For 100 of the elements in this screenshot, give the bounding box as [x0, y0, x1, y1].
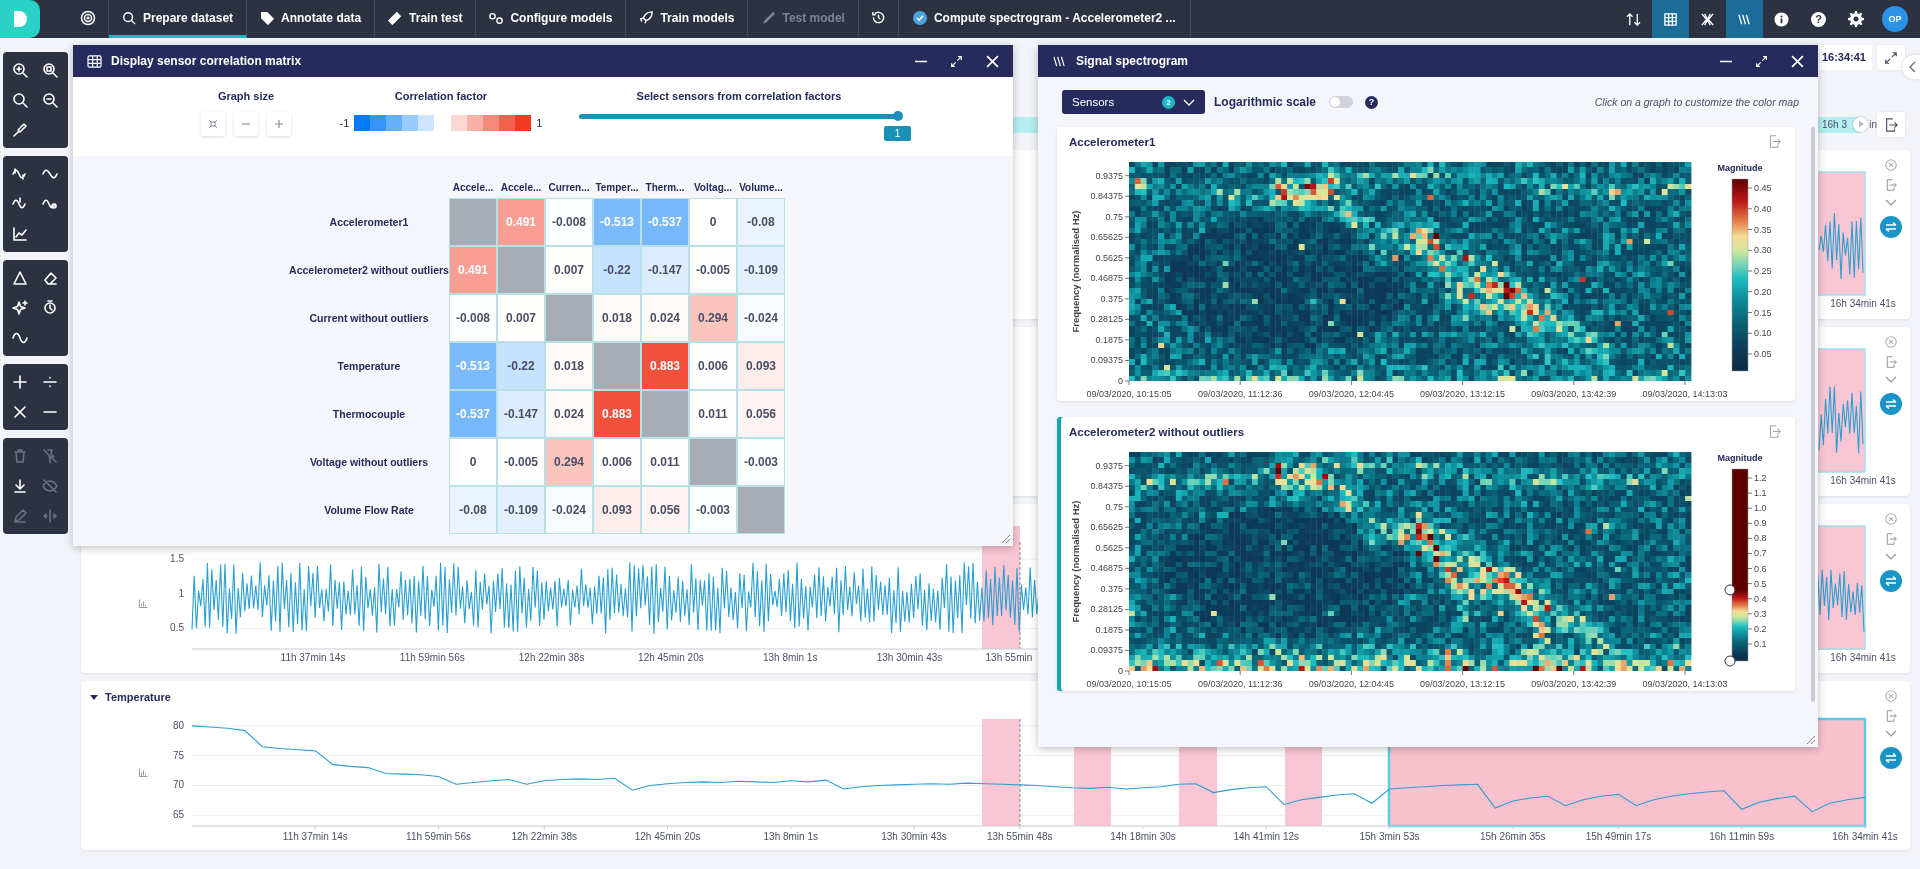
axis-tick-label: 09/03/2020, 13:42:39	[1531, 679, 1617, 689]
matrix-cell[interactable]: -0.008	[449, 294, 497, 342]
row-header: Accelerometer2 without outliers	[289, 263, 449, 278]
sensors-dropdown[interactable]: Sensors 2	[1062, 90, 1205, 114]
matrix-cell[interactable]: 0	[449, 438, 497, 486]
axis-tick-label: 16h 11min 59s	[1709, 831, 1775, 842]
matrix-cell[interactable]: 0.056	[641, 486, 689, 534]
matrix-cell[interactable]: 0.011	[641, 438, 689, 486]
matrix-cell[interactable]: 0.294	[689, 294, 737, 342]
count-badge: 2	[1162, 95, 1175, 109]
matrix-cell[interactable]: -0.003	[689, 486, 737, 534]
window-title-bar[interactable]: Display sensor correlation matrix	[73, 45, 1013, 77]
matrix-cell[interactable]: 0.024	[641, 294, 689, 342]
column-header: Accele...	[499, 182, 543, 195]
axis-tick-label: 0.6	[1754, 563, 1767, 574]
axis-tick-label: 0.84375	[1090, 481, 1123, 492]
help-button[interactable]: ?	[1365, 95, 1379, 109]
matrix-cell[interactable]: 0.018	[593, 294, 641, 342]
matrix-cell[interactable]: 0.093	[737, 342, 785, 390]
axis-tick-label: 0.5625	[1095, 252, 1123, 263]
control-label: Correlation factor	[394, 90, 488, 102]
axis-tick-label: 13h 8min 1s	[762, 652, 818, 663]
matrix-cell[interactable]: 0.093	[593, 486, 641, 534]
matrix-cell[interactable]: -0.024	[737, 294, 785, 342]
matrix-cell[interactable]: -0.22	[593, 246, 641, 294]
axis-tick-label: 13h 30min 43s	[881, 831, 947, 842]
axis-tick-label: 0.75	[1105, 501, 1123, 512]
column-header: Curren...	[547, 182, 591, 195]
nav-tab[interactable]: Configure models	[476, 0, 627, 38]
toggle-label: Logarithmic scale	[1214, 95, 1317, 109]
matrix-cell[interactable]: 0.011	[689, 390, 737, 438]
axis-tick-label: 0.8	[1754, 533, 1767, 544]
matrix-cell[interactable]: -0.008	[545, 198, 593, 246]
axis-tick-label: 0.40	[1754, 203, 1772, 214]
nav-tab[interactable]: Train test	[375, 0, 477, 38]
chart-title: Temperature	[105, 691, 171, 703]
axis-tick-label: 09/03/2020, 13:12:15	[1420, 389, 1506, 399]
column-header: Accele...	[451, 182, 495, 195]
matrix-cell[interactable]: 0.056	[737, 390, 785, 438]
axis-tick-label: 75	[172, 749, 184, 761]
matrix-cell[interactable]: -0.003	[737, 438, 785, 486]
axis-tick-label: 1	[178, 587, 184, 599]
axis-tick-label: 16h 34min 41s	[1830, 652, 1896, 663]
axis-tick-label: 0.375	[1100, 293, 1123, 304]
axis-tick-label: 13h 30min 43s	[876, 652, 943, 663]
matrix-cell[interactable]: -0.08	[449, 486, 497, 534]
axis-tick-label: 13h 55min	[985, 652, 1033, 663]
matrix-cell[interactable]: -0.147	[497, 390, 545, 438]
axis-tick-label: 09/03/2020, 12:04:45	[1308, 389, 1394, 399]
axis-tick-label: 09/03/2020, 12:04:45	[1308, 679, 1394, 689]
axis-tick-label: 12h 22min 38s	[518, 652, 585, 663]
matrix-cell[interactable]: -0.109	[737, 246, 785, 294]
task-tab[interactable]: Compute spectrogram - Accelerometer2 ...	[898, 0, 1191, 38]
axis-tick-label: 1.1	[1754, 488, 1767, 499]
matrix-cell[interactable]: 0.294	[545, 438, 593, 486]
matrix-cell[interactable]: -0.08	[737, 198, 785, 246]
matrix-cell[interactable]: -0.005	[689, 246, 737, 294]
matrix-cell[interactable]: 0.018	[545, 342, 593, 390]
axis-tick-label: 0.45	[1754, 183, 1772, 193]
axis-tick-label: 0.5	[1754, 578, 1767, 589]
axis-tick-label: 09/03/2020, 13:42:39	[1531, 389, 1617, 399]
legend-label: 1	[536, 117, 543, 129]
axis-tick-label: 16h 34min 41s	[1832, 831, 1898, 842]
matrix-cell[interactable]: 0	[689, 198, 737, 246]
axis-tick-label: 11h 37min 14s	[282, 831, 348, 842]
matrix-cell[interactable]: 0.024	[545, 390, 593, 438]
help-button[interactable]: ?	[1811, 11, 1826, 27]
colorbar-title: Magnitude	[1717, 453, 1763, 463]
axis-tick-label: 09/03/2020, 11:12:36	[1198, 389, 1283, 399]
matrix-cell[interactable]: 0.007	[497, 294, 545, 342]
axis-tick-label: 0.09375	[1090, 355, 1123, 366]
graph-title: Accelerometer1	[1069, 135, 1157, 148]
matrix-cell[interactable]: -0.109	[497, 486, 545, 534]
axis-tick-label: 0.25	[1754, 266, 1772, 276]
column-header: Therm...	[644, 182, 686, 195]
axis-tick-label: 14h 18min 30s	[1110, 831, 1176, 842]
row-header: Accelerometer1	[328, 215, 410, 230]
matrix-cell[interactable]: -0.024	[545, 486, 593, 534]
axis-tick-label: 0.9	[1754, 518, 1767, 529]
axis-tick-label: 16h 34min 41s	[1830, 475, 1896, 486]
nav-tab[interactable]: Annotate data	[247, 0, 376, 38]
matrix-cell[interactable]: 0.007	[545, 246, 593, 294]
axis-tick-label: 15h 3min 53s	[1359, 831, 1420, 842]
axis-tick-label: 0.46875	[1090, 273, 1123, 284]
matrix-cell[interactable]: -0.147	[641, 246, 689, 294]
axis-tick-label: 0.5625	[1095, 542, 1123, 553]
matrix-cell[interactable]: 0.006	[689, 342, 737, 390]
nav-tab[interactable]: Prepare dataset	[109, 0, 248, 38]
matrix-cell[interactable]: 0.006	[593, 438, 641, 486]
axis-tick-label: 11h 37min 14s	[280, 652, 346, 663]
axis-tick-label: 0.65625	[1090, 522, 1123, 533]
window-title-bar[interactable]: Signal spectrogram	[1038, 45, 1818, 77]
row-header: Voltage without outliers	[308, 455, 430, 470]
nav-tab[interactable]: Train models	[626, 0, 749, 38]
matrix-cell[interactable]: -0.22	[497, 342, 545, 390]
matrix-cell[interactable]: -0.005	[497, 438, 545, 486]
axis-tick-label: 0.05	[1754, 349, 1772, 359]
axis-tick-label: 09/03/2020, 10:15:05	[1086, 679, 1172, 689]
hint-text: Click on a graph to customize the color map	[1594, 96, 1799, 108]
axis-tick-label: 09/03/2020, 11:12:36	[1198, 679, 1283, 689]
